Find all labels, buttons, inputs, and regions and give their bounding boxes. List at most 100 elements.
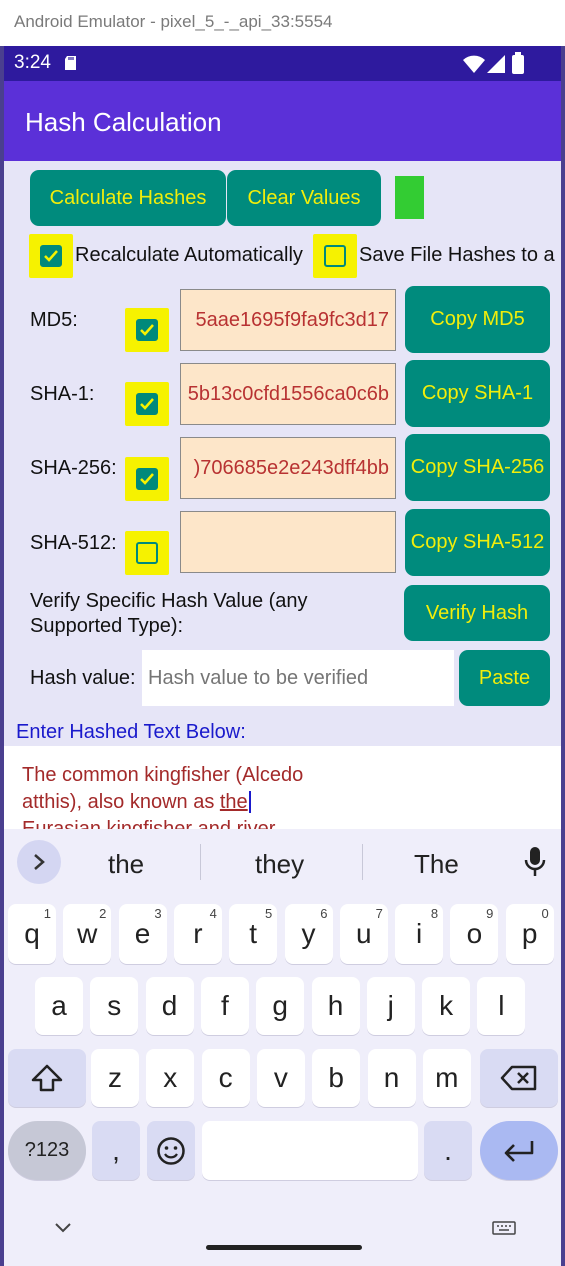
suggestion-1[interactable]: the bbox=[108, 849, 144, 880]
soft-keyboard: the they The ?123 , . q1w2e3r4t5y6u7i8o9… bbox=[4, 829, 561, 1266]
backspace-icon bbox=[500, 1065, 537, 1091]
key-u[interactable]: u7 bbox=[339, 904, 388, 964]
key-label: p bbox=[521, 918, 538, 949]
text-section-label: Enter Hashed Text Below: bbox=[16, 721, 246, 743]
enter-key[interactable] bbox=[480, 1121, 558, 1180]
backspace-key[interactable] bbox=[480, 1049, 558, 1107]
key-p[interactable]: p0 bbox=[505, 904, 554, 964]
key-n[interactable]: n bbox=[367, 1049, 416, 1107]
sha256-checkbox[interactable] bbox=[125, 457, 169, 501]
key-label: t bbox=[249, 918, 258, 949]
key-s[interactable]: s bbox=[90, 977, 139, 1035]
recalculate-checkbox[interactable] bbox=[29, 234, 73, 278]
calculate-hashes-button[interactable]: Calculate Hashes bbox=[30, 170, 226, 226]
key-j[interactable]: j bbox=[366, 977, 415, 1035]
verify-hash-button[interactable]: Verify Hash bbox=[404, 585, 550, 641]
key-i[interactable]: i8 bbox=[395, 904, 444, 964]
suggestion-2[interactable]: they bbox=[255, 849, 304, 880]
key-hint: 6 bbox=[320, 906, 328, 921]
key-l[interactable]: l bbox=[477, 977, 526, 1035]
hash-value-label: Hash value: bbox=[30, 667, 136, 689]
key-q[interactable]: q1 bbox=[8, 904, 56, 964]
suggestion-3[interactable]: The bbox=[414, 849, 459, 880]
hash-value-input[interactable] bbox=[142, 650, 454, 706]
text-line-3: Eurasian kingfisher and river bbox=[22, 818, 276, 829]
comma-key[interactable]: , bbox=[92, 1121, 140, 1180]
checkmark-icon bbox=[140, 324, 154, 336]
copy-sha512-button[interactable]: Copy SHA-512 bbox=[405, 509, 550, 576]
sha1-label: SHA-1: bbox=[30, 383, 95, 405]
key-r[interactable]: r4 bbox=[173, 904, 222, 964]
key-hint: 0 bbox=[541, 906, 549, 921]
key-label: q bbox=[24, 918, 40, 949]
text-line-1: The common kingfisher (Alcedo bbox=[22, 764, 304, 786]
save-hashes-label: Save File Hashes to a bbox=[359, 244, 555, 266]
key-label: c bbox=[218, 1062, 233, 1093]
space-key[interactable] bbox=[202, 1121, 418, 1180]
key-o[interactable]: o9 bbox=[450, 904, 499, 964]
expand-toolbar-button[interactable] bbox=[17, 840, 61, 884]
key-w[interactable]: w2 bbox=[63, 904, 112, 964]
enter-icon bbox=[504, 1140, 534, 1162]
status-clock: 3:24 bbox=[14, 52, 51, 73]
key-g[interactable]: g bbox=[256, 977, 305, 1035]
key-f[interactable]: f bbox=[200, 977, 249, 1035]
key-m[interactable]: m bbox=[422, 1049, 471, 1107]
key-hint: 3 bbox=[154, 906, 162, 921]
save-hashes-checkbox[interactable] bbox=[313, 234, 357, 278]
key-h[interactable]: h bbox=[311, 977, 360, 1035]
keyboard-switch-icon[interactable] bbox=[492, 1221, 516, 1237]
key-hint: 4 bbox=[209, 906, 217, 921]
key-t[interactable]: t5 bbox=[229, 904, 278, 964]
shift-icon bbox=[31, 1064, 63, 1092]
key-z[interactable]: z bbox=[91, 1049, 139, 1107]
key-label: w bbox=[77, 918, 98, 949]
sha256-value-field[interactable]: )706685e2e243dff4bb bbox=[180, 437, 396, 499]
key-c[interactable]: c bbox=[201, 1049, 250, 1107]
sha1-value-field[interactable]: 5b13c0cfd1556ca0c6b bbox=[180, 363, 396, 425]
sha512-value-field[interactable] bbox=[180, 511, 396, 573]
wifi-icon bbox=[463, 55, 485, 73]
copy-md5-button[interactable]: Copy MD5 bbox=[405, 286, 550, 353]
md5-label: MD5: bbox=[30, 309, 78, 331]
key-d[interactable]: d bbox=[145, 977, 194, 1035]
key-x[interactable]: x bbox=[146, 1049, 195, 1107]
microphone-icon[interactable] bbox=[524, 847, 546, 877]
md5-value-field[interactable]: 5aae1695f9fa9fc3d17 bbox=[180, 289, 396, 351]
period-key[interactable]: . bbox=[424, 1121, 472, 1180]
key-v[interactable]: v bbox=[256, 1049, 305, 1107]
text-line-2: atthis), also known as bbox=[22, 791, 220, 813]
key-label: j bbox=[387, 990, 394, 1021]
key-label: y bbox=[301, 918, 316, 949]
key-hint: 2 bbox=[99, 906, 107, 921]
key-a[interactable]: a bbox=[35, 977, 83, 1035]
key-label: n bbox=[383, 1062, 400, 1093]
key-label: v bbox=[273, 1062, 288, 1093]
key-y[interactable]: y6 bbox=[284, 904, 333, 964]
key-e[interactable]: e3 bbox=[118, 904, 167, 964]
key-label: d bbox=[161, 990, 178, 1021]
symbols-key[interactable]: ?123 bbox=[8, 1121, 86, 1180]
status-bar: 3:24 bbox=[4, 46, 561, 81]
sha512-checkbox[interactable] bbox=[125, 531, 169, 575]
sha1-checkbox[interactable] bbox=[125, 382, 169, 426]
gesture-handle[interactable] bbox=[206, 1245, 362, 1250]
composing-word: the bbox=[219, 791, 251, 813]
emoji-key[interactable] bbox=[147, 1121, 195, 1180]
hashed-text-area[interactable]: The common kingfisher (Alcedo atthis), a… bbox=[4, 746, 561, 829]
key-label: f bbox=[221, 990, 229, 1021]
clear-values-button[interactable]: Clear Values bbox=[227, 170, 381, 226]
shift-key[interactable] bbox=[8, 1049, 86, 1107]
key-k[interactable]: k bbox=[422, 977, 471, 1035]
md5-checkbox[interactable] bbox=[125, 308, 169, 352]
copy-sha256-button[interactable]: Copy SHA-256 bbox=[405, 434, 550, 501]
copy-sha1-button[interactable]: Copy SHA-1 bbox=[405, 360, 550, 427]
key-b[interactable]: b bbox=[312, 1049, 361, 1107]
sd-card-icon bbox=[65, 56, 76, 70]
paste-button[interactable]: Paste bbox=[459, 650, 550, 706]
verify-label: Verify Specific Hash Value (any Supporte… bbox=[30, 590, 308, 637]
key-label: i bbox=[415, 918, 423, 949]
chevron-down-icon[interactable] bbox=[54, 1222, 72, 1234]
key-label: u bbox=[356, 918, 372, 949]
main-content: Calculate Hashes Clear Values Recalculat… bbox=[4, 161, 561, 829]
